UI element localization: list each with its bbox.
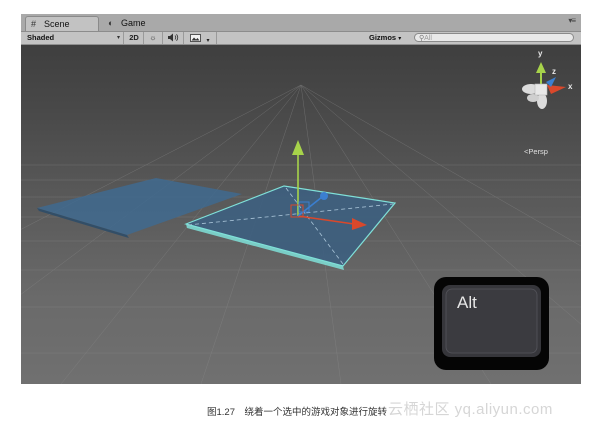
scene-grid-icon: # bbox=[31, 19, 37, 29]
dropdown-arrow-icon: ▾ bbox=[116, 35, 120, 41]
tab-game-label: Game bbox=[121, 18, 146, 28]
alt-key-label: Alt bbox=[457, 293, 477, 312]
2d-toggle-label: 2D bbox=[129, 33, 139, 42]
tab-bar: # Scene ◐ Game ▾≡ bbox=[21, 14, 581, 32]
camera-projection-toggle[interactable]: <Persp bbox=[524, 147, 548, 156]
alt-key-overlay bbox=[434, 277, 549, 370]
watermark: 云栖社区 yq.aliyun.com bbox=[388, 401, 553, 418]
sun-icon: ☼ bbox=[149, 33, 157, 42]
speaker-icon bbox=[168, 33, 179, 42]
y-axis-label: y bbox=[538, 49, 543, 58]
effects-dropdown[interactable]: ▾ bbox=[184, 32, 217, 44]
camera-projection-label: Persp bbox=[528, 147, 548, 156]
z-axis-handle bbox=[320, 192, 328, 200]
y-axis-arrow bbox=[292, 140, 304, 155]
dropdown-arrow-icon: ▾ bbox=[398, 36, 402, 42]
z-axis-label: z bbox=[552, 67, 556, 76]
tab-game[interactable]: ◐ Game bbox=[103, 16, 173, 31]
unity-scene-window: # Scene ◐ Game ▾≡ Shaded ▾ 2D ☼ ▾ Gizmos… bbox=[21, 14, 581, 384]
scene-render bbox=[21, 62, 581, 384]
gizmos-label: Gizmos bbox=[369, 33, 397, 42]
shading-mode-label: Shaded bbox=[27, 33, 55, 42]
shading-mode-dropdown[interactable]: Shaded ▾ bbox=[27, 32, 124, 44]
gizmos-dropdown[interactable]: Gizmos ▾ bbox=[369, 32, 401, 45]
tab-scene-label: Scene bbox=[44, 19, 70, 29]
x-axis-label: x bbox=[568, 82, 573, 91]
dropdown-arrow-icon: ▾ bbox=[206, 38, 210, 44]
game-pacman-icon: ◐ bbox=[108, 18, 114, 28]
scene-toolbar: Shaded ▾ 2D ☼ ▾ Gizmos ▾ ⚲All bbox=[21, 32, 581, 45]
search-input[interactable]: ⚲All bbox=[414, 33, 574, 42]
2d-toggle-button[interactable]: 2D bbox=[125, 32, 144, 44]
image-effects-icon bbox=[190, 34, 202, 42]
orientation-gizmo bbox=[522, 62, 566, 109]
search-placeholder: All bbox=[424, 35, 432, 42]
scene-viewport[interactable]: y z x <Persp Alt bbox=[21, 45, 581, 384]
audio-toggle-button[interactable] bbox=[163, 32, 184, 44]
lighting-toggle-button[interactable]: ☼ bbox=[144, 32, 163, 44]
tab-scene[interactable]: # Scene bbox=[25, 16, 99, 31]
tab-menu-icon[interactable]: ▾≡ bbox=[568, 16, 576, 25]
